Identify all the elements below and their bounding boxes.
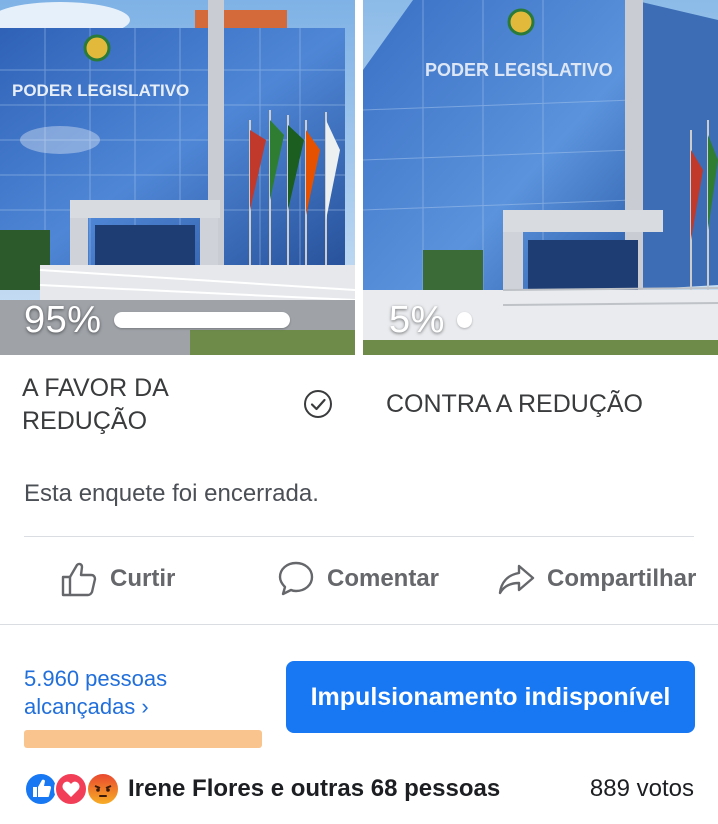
percent-label: 95% [24,298,102,341]
votes-count[interactable]: 889 votos [590,775,694,803]
building-sign-text: PODER LEGISLATIVO [425,60,613,80]
reactors-text[interactable]: Irene Flores e outras 68 pessoas [128,775,500,803]
reaction-icons[interactable] [24,772,124,806]
like-label: Curtir [110,565,176,592]
thumbs-up-icon [61,562,97,597]
share-label: Compartilhar [547,565,697,592]
poll-result-overlay: 5% [363,285,718,355]
option-label-a-favor[interactable]: A FAVOR DA REDUÇÃO [22,372,202,438]
angry-icon [86,772,120,806]
result-bar [113,312,300,328]
reach-count: 5.960 pessoas [24,666,168,691]
reach-bar [24,730,262,748]
share-button[interactable]: Compartilhar [495,558,696,600]
option-label-contra[interactable]: CONTRA A REDUÇÃO [386,388,643,421]
reach-link[interactable]: 5.960 pessoas alcançadas › [24,665,167,721]
like-button[interactable]: Curtir [58,558,175,600]
boost-button[interactable]: Impulsionamento indisponível [286,661,695,733]
result-bar [456,312,643,328]
poll-option-image-a-favor[interactable]: PODER LEGISLATIVO 95% [0,0,355,355]
poll-result-overlay: 95% [0,285,355,355]
divider [0,624,718,625]
love-icon [54,772,88,806]
divider [24,536,694,537]
poll-status-text: Esta enquete foi encerrada. [24,480,319,507]
result-bar-fill [113,312,291,328]
comment-icon [278,561,314,596]
comment-button[interactable]: Comentar [275,558,439,600]
result-bar-fill [456,312,472,328]
check-circle-icon [304,390,332,418]
reach-label: alcançadas › [24,694,149,719]
comment-label: Comentar [327,565,440,592]
building-sign-text: PODER LEGISLATIVO [12,81,189,100]
poll-option-image-contra[interactable]: PODER LEGISLATIVO 5% [363,0,718,355]
like-icon [24,772,58,806]
percent-label: 5% [389,298,445,341]
share-icon [498,564,535,595]
